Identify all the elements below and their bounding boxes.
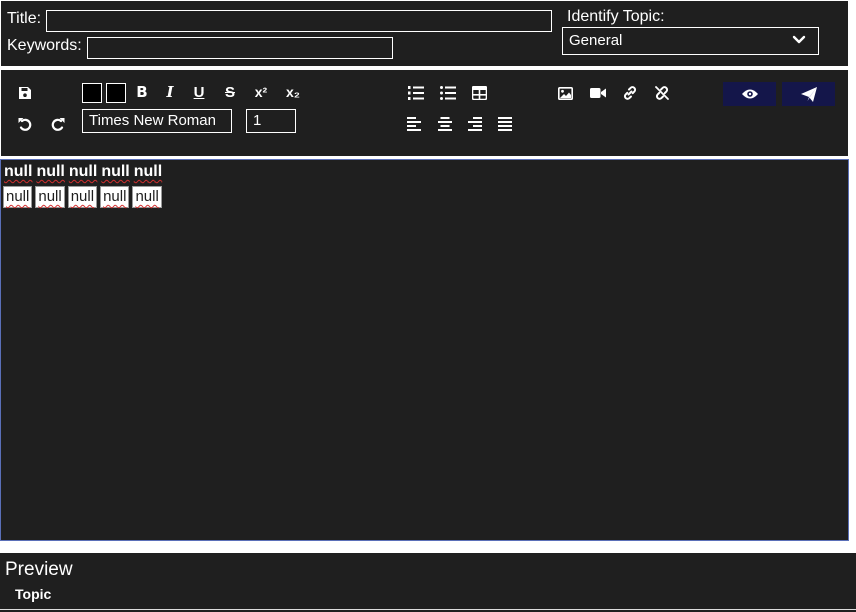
subscript-button[interactable]: x₂ — [281, 81, 305, 103]
font-family-field[interactable]: Times New Roman — [82, 109, 232, 133]
insert-link-button[interactable] — [618, 82, 642, 104]
bold-button[interactable]: B — [130, 81, 154, 103]
italic-button[interactable]: I — [158, 81, 182, 103]
table-header-cell[interactable]: null — [101, 163, 129, 180]
paper-plane-icon — [800, 86, 817, 102]
eye-icon — [741, 89, 758, 99]
text-color-swatch[interactable] — [82, 83, 102, 103]
table-cell[interactable]: null — [100, 186, 130, 208]
table-header-cell[interactable]: null — [36, 163, 64, 180]
table-header-cell[interactable]: null — [69, 163, 97, 180]
editor-toolbar: B I U S x² x₂ Times New Roman 1 — [0, 69, 849, 157]
table-cell[interactable]: null — [35, 186, 65, 208]
video-icon — [590, 88, 606, 98]
insert-image-button[interactable] — [553, 82, 577, 104]
topic-select[interactable]: General — [562, 27, 819, 55]
title-label: Title: — [7, 10, 42, 27]
undo-icon — [18, 117, 31, 131]
align-right-button[interactable] — [463, 113, 487, 135]
ordered-list-icon — [408, 86, 424, 100]
remove-link-button[interactable] — [650, 82, 674, 104]
title-input[interactable] — [46, 10, 552, 32]
underline-button[interactable]: U — [187, 81, 211, 103]
highlight-color-swatch[interactable] — [106, 83, 126, 103]
table-cell[interactable]: null — [3, 186, 33, 208]
align-right-icon — [468, 117, 482, 131]
superscript-button[interactable]: x² — [249, 81, 273, 103]
unordered-list-button[interactable] — [436, 82, 460, 104]
post-meta-panel: Title: Keywords: Identify Topic: General — [0, 0, 849, 67]
redo-button[interactable] — [45, 113, 69, 135]
table-header-row: null null null null null — [4, 163, 166, 181]
preview-panel: Preview Topic — [0, 553, 856, 612]
topic-label: Identify Topic: — [567, 8, 665, 25]
align-left-button[interactable] — [402, 113, 426, 135]
ordered-list-button[interactable] — [404, 82, 428, 104]
preview-button[interactable] — [723, 82, 776, 106]
align-justify-icon — [498, 117, 512, 131]
insert-video-button[interactable] — [586, 82, 610, 104]
editor-content-area[interactable]: null null null null null null null null null… — [0, 159, 849, 541]
align-center-icon — [438, 117, 452, 131]
table-icon — [471, 86, 487, 100]
table-header-cell[interactable]: null — [134, 163, 162, 180]
table-cell[interactable]: null — [67, 186, 98, 208]
align-left-icon — [407, 117, 421, 131]
table-row: null null null null null — [3, 186, 165, 208]
undo-button[interactable] — [13, 113, 37, 135]
preview-divider — [0, 609, 856, 610]
keywords-label: Keywords: — [7, 37, 82, 54]
align-justify-button[interactable] — [493, 113, 517, 135]
chevron-down-icon — [792, 35, 806, 44]
redo-icon — [51, 117, 64, 131]
insert-table-button[interactable] — [467, 82, 491, 104]
keywords-input[interactable] — [87, 37, 393, 59]
save-button[interactable] — [13, 82, 37, 104]
topic-selected-value: General — [569, 32, 623, 49]
preview-title: Preview — [5, 559, 73, 580]
save-icon — [19, 87, 31, 99]
image-icon — [557, 86, 573, 100]
publish-button[interactable] — [782, 82, 835, 106]
preview-topic: Topic — [15, 586, 52, 602]
unlink-icon — [655, 86, 669, 100]
table-header-cell[interactable]: null — [4, 163, 32, 180]
font-size-field[interactable]: 1 — [246, 109, 296, 133]
link-icon — [623, 86, 637, 100]
strikethrough-button[interactable]: S — [218, 81, 242, 103]
table-cell[interactable]: null — [132, 186, 162, 208]
unordered-list-icon — [440, 86, 456, 100]
align-center-button[interactable] — [433, 113, 457, 135]
